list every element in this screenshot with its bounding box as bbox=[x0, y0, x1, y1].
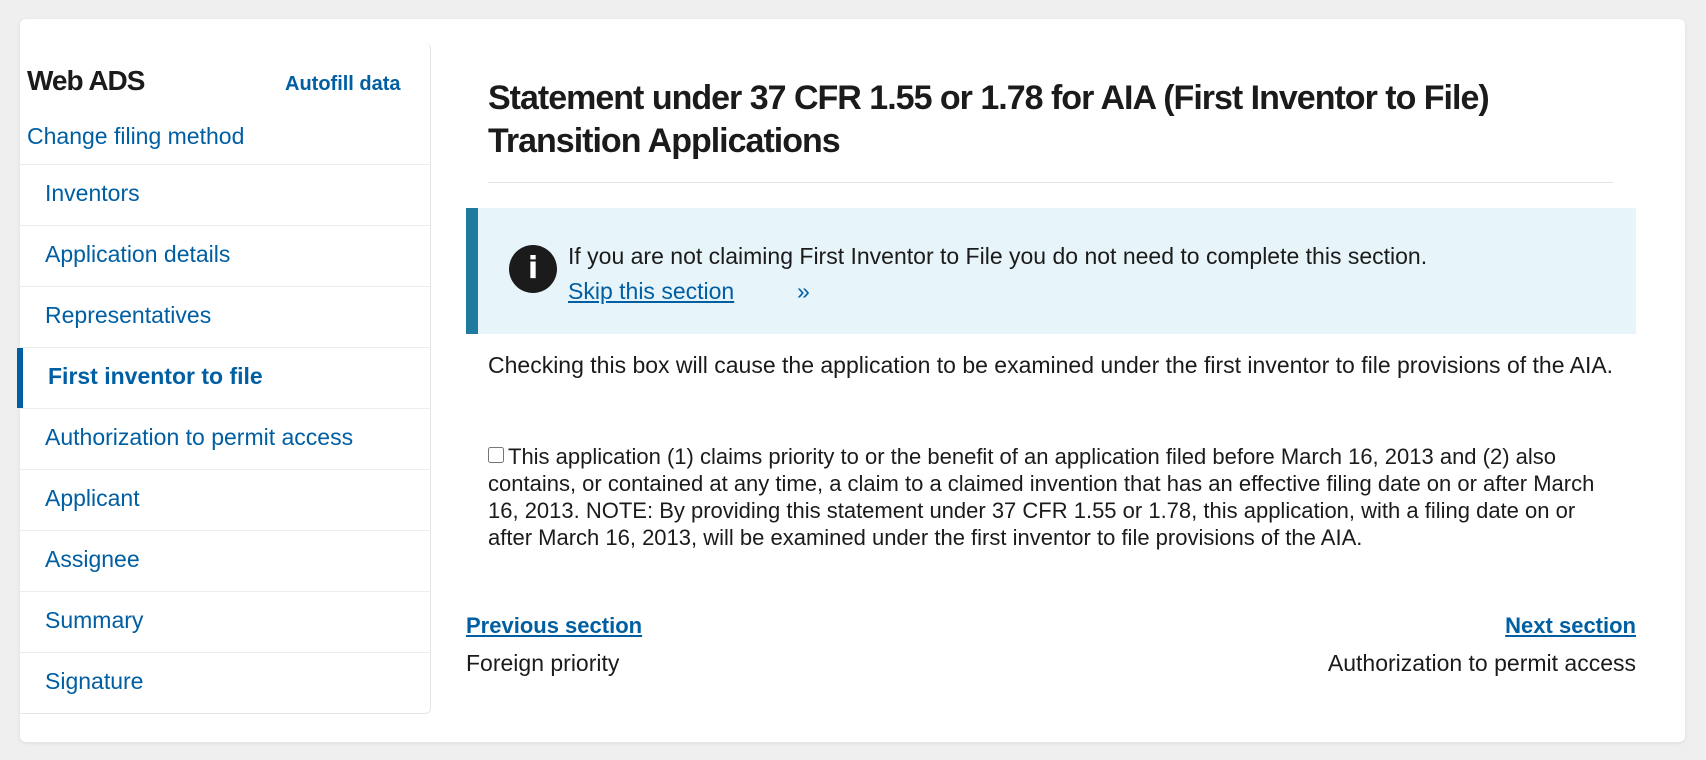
sidebar-item-first-inventor-to-file[interactable]: First inventor to file bbox=[17, 347, 430, 408]
sidebar-item-label: Representatives bbox=[45, 302, 212, 328]
skip-section-link[interactable]: Skip this section bbox=[568, 278, 734, 305]
change-filing-method-link[interactable]: Change filing method bbox=[27, 123, 244, 150]
sidebar-item-label: Application details bbox=[45, 241, 231, 267]
chevron-double-right-icon: » bbox=[797, 278, 810, 304]
sidebar: Web ADS Autofill data Change filing meth… bbox=[17, 43, 431, 714]
sidebar-item-label: Summary bbox=[45, 607, 144, 633]
sidebar-item-assignee[interactable]: Assignee bbox=[20, 530, 430, 591]
sidebar-item-label: Inventors bbox=[45, 180, 140, 206]
previous-section-name: Foreign priority bbox=[466, 650, 620, 676]
sidebar-item-inventors[interactable]: Inventors bbox=[20, 164, 430, 225]
intro-text: Checking this box will cause the applica… bbox=[488, 352, 1614, 378]
info-alert: i If you are not claiming First Inventor… bbox=[466, 208, 1636, 334]
next-section-name: Authorization to permit access bbox=[1327, 650, 1636, 676]
aia-statement-checkbox[interactable] bbox=[488, 447, 504, 463]
page-card: Web ADS Autofill data Change filing meth… bbox=[17, 19, 1685, 742]
sidebar-item-label: Signature bbox=[45, 668, 144, 694]
sidebar-item-application-details[interactable]: Application details bbox=[20, 225, 430, 286]
sidebar-item-label: Authorization to permit access bbox=[45, 424, 354, 450]
title-divider bbox=[488, 182, 1613, 183]
page-title: Statement under 37 CFR 1.55 or 1.78 for … bbox=[488, 79, 1490, 160]
sidebar-item-signature[interactable]: Signature bbox=[20, 652, 430, 713]
previous-section-link[interactable]: Previous section bbox=[466, 613, 642, 639]
sidebar-item-label: Assignee bbox=[45, 546, 140, 572]
info-icon: i bbox=[509, 245, 557, 293]
aia-statement: This application (1) claims priority to … bbox=[488, 443, 1618, 551]
sidebar-item-authorization[interactable]: Authorization to permit access bbox=[20, 408, 430, 469]
sidebar-nav: Inventors Application details Representa… bbox=[17, 164, 430, 713]
sidebar-item-summary[interactable]: Summary bbox=[20, 591, 430, 652]
sidebar-item-applicant[interactable]: Applicant bbox=[20, 469, 430, 530]
autofill-data-link[interactable]: Autofill data bbox=[285, 73, 401, 96]
sidebar-item-label: First inventor to file bbox=[48, 363, 263, 389]
app-brand: Web ADS bbox=[27, 65, 145, 96]
sidebar-item-representatives[interactable]: Representatives bbox=[20, 286, 430, 347]
next-section-link[interactable]: Next section bbox=[1505, 613, 1636, 639]
aia-statement-label: This application (1) claims priority to … bbox=[488, 444, 1595, 550]
sidebar-item-label: Applicant bbox=[45, 485, 140, 511]
alert-text: If you are not claiming First Inventor t… bbox=[568, 243, 1428, 269]
